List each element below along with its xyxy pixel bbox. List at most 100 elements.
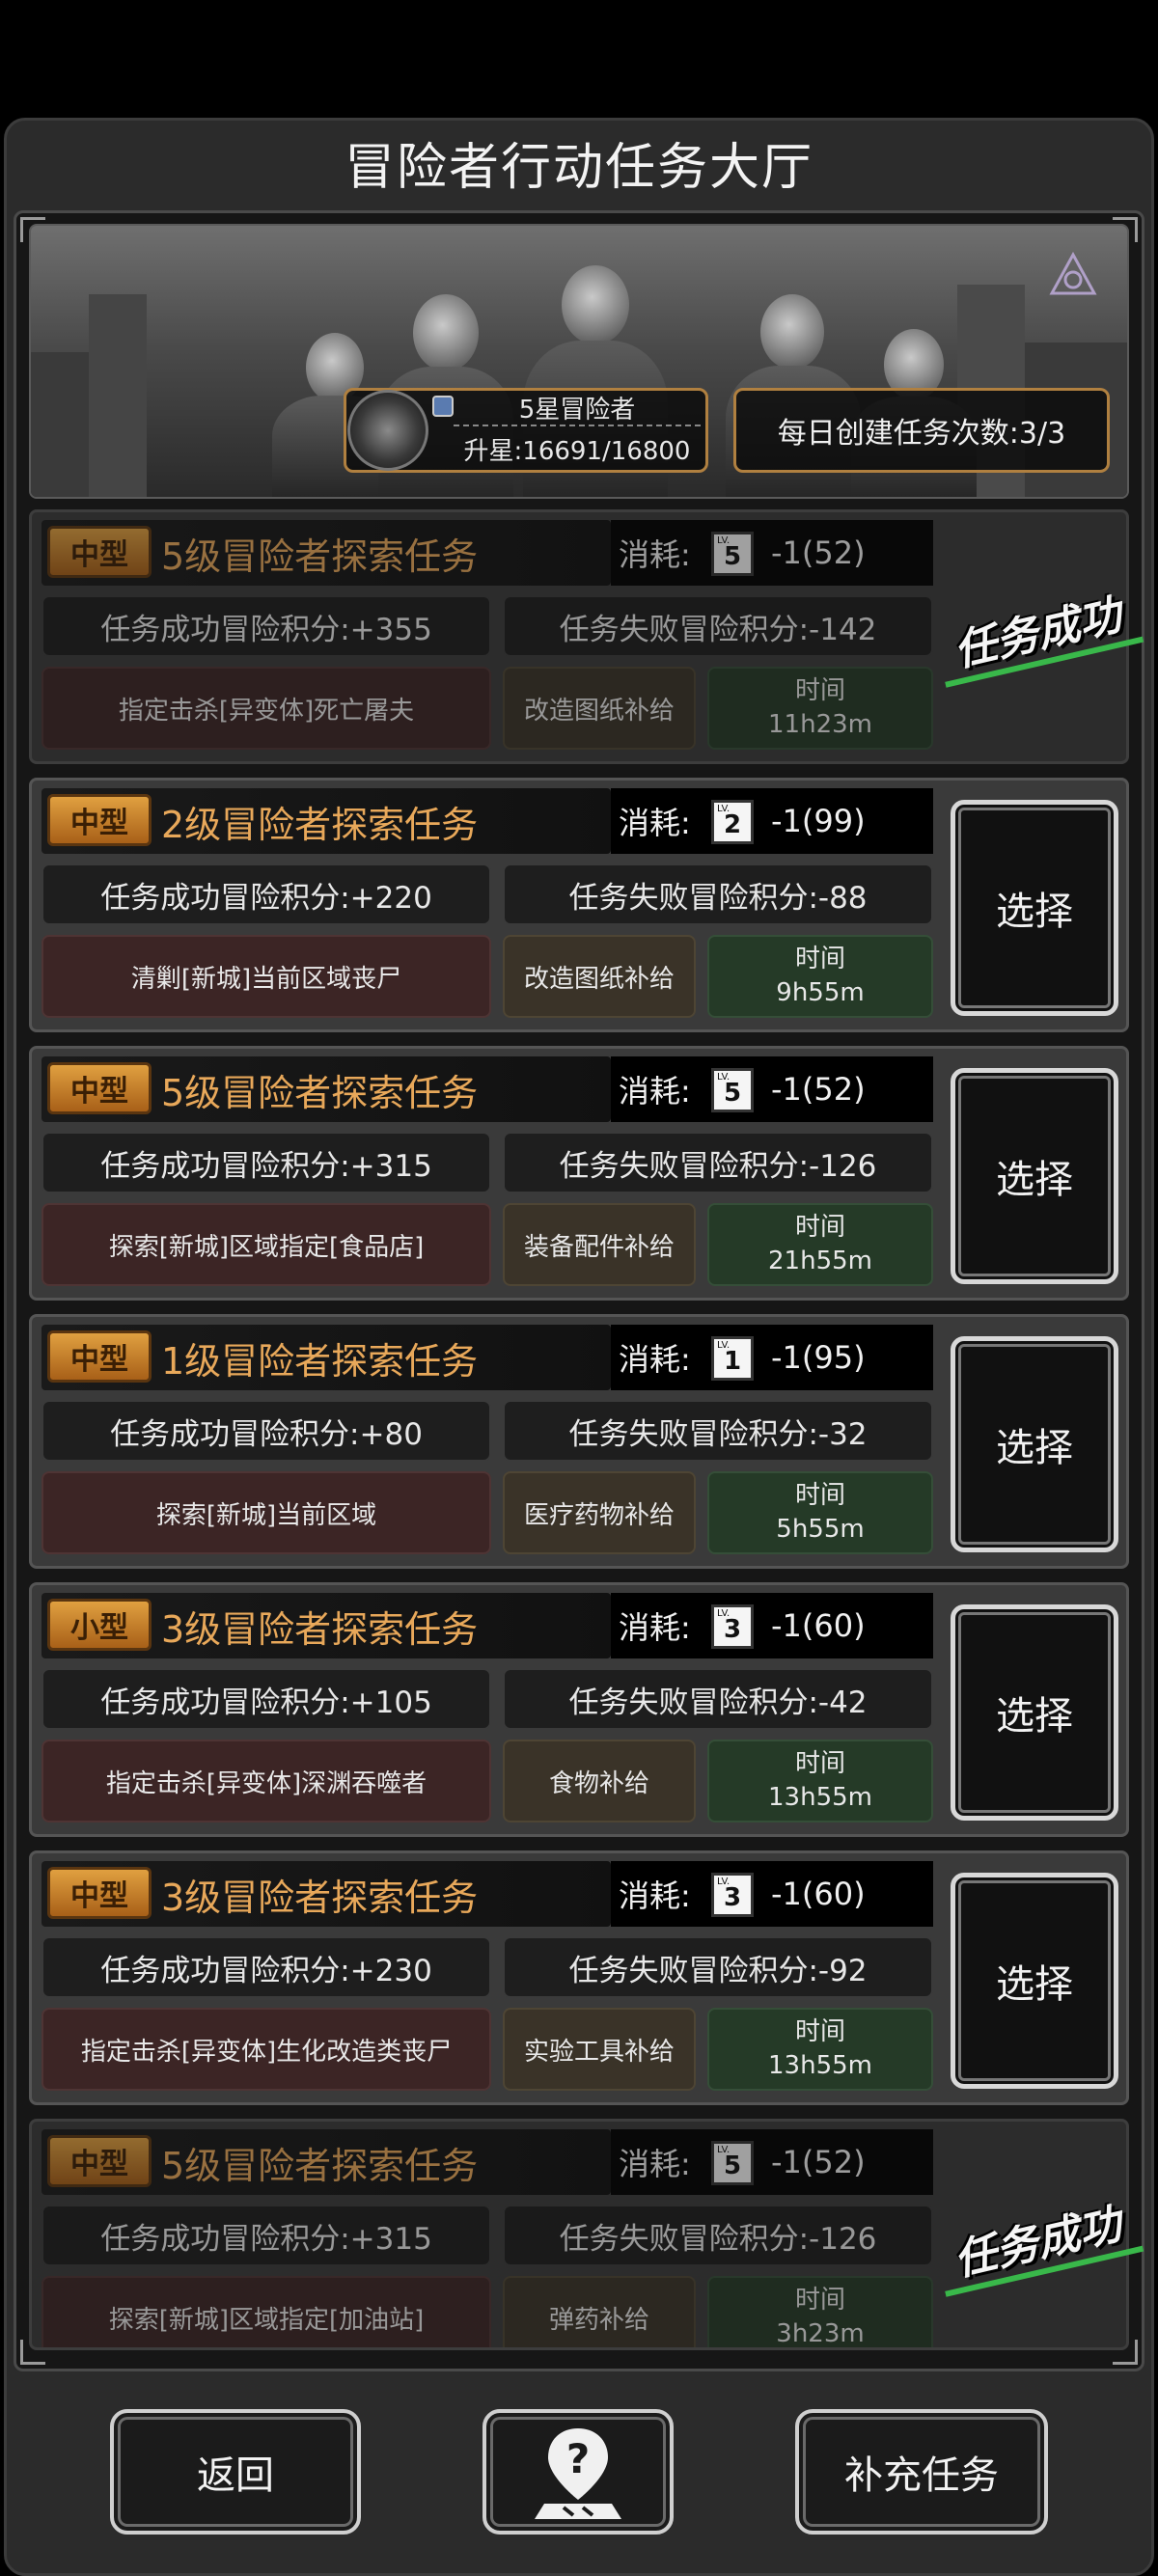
task-name: 3级冒险者探索任务	[161, 1607, 479, 1651]
help-map-icon: ?	[535, 2428, 621, 2519]
level-ticket-icon: 3	[711, 1873, 754, 1917]
task-reward: 改造图纸补给	[503, 935, 696, 1018]
time-value: 13h55m	[768, 2051, 872, 2080]
select-task-button[interactable]: 选择	[951, 1873, 1118, 2089]
rank-emblem-icon	[347, 390, 428, 471]
time-value: 5h55m	[776, 1515, 865, 1544]
task-reward: 实验工具补给	[503, 2008, 696, 2091]
task-cost: 消耗: 3 -1(60)	[611, 1861, 933, 1927]
success-points: 任务成功冒险积分:+355	[41, 595, 491, 657]
time-value: 11h23m	[768, 710, 872, 739]
task-size-tag: 中型	[47, 2135, 152, 2187]
fail-points: 任务失败冒险积分:-92	[503, 1936, 933, 1998]
task-objective: 探索[新城]区域指定[加油站]	[41, 2276, 491, 2347]
task-name: 5级冒险者探索任务	[161, 1071, 479, 1114]
task-cost: 消耗: 5 -1(52)	[611, 520, 933, 586]
task-card: 中型3级冒险者探索任务 消耗: 3 -1(60) 任务成功冒险积分:+230任务失败冒险…	[29, 1850, 1129, 2105]
cost-value: -1(60)	[771, 1876, 866, 1912]
task-card: 小型3级冒险者探索任务 消耗: 3 -1(60) 任务成功冒险积分:+105任务失败冒险…	[29, 1582, 1129, 1837]
city-building	[89, 294, 147, 497]
task-name: 2级冒险者探索任务	[161, 803, 479, 846]
cost-label: 消耗:	[619, 1073, 691, 1110]
task-reward: 食物补给	[503, 1740, 696, 1822]
task-cost: 消耗: 5 -1(52)	[611, 2129, 933, 2195]
time-label: 时间	[794, 944, 845, 973]
task-reward: 装备配件补给	[503, 1203, 696, 1286]
level-ticket-icon: 5	[711, 532, 754, 576]
task-size-tag: 中型	[47, 526, 152, 578]
task-hall-screen: 冒险者行动任务大厅 5星冒险者 升星:16691/16800 每日创建任务次数:…	[0, 0, 1158, 2576]
time-value: 3h23m	[776, 2319, 865, 2348]
level-ticket-icon: 5	[711, 2141, 754, 2185]
level-ticket-icon: 2	[711, 800, 754, 844]
cost-label: 消耗:	[619, 2146, 691, 2182]
fail-points: 任务失败冒险积分:-126	[503, 2205, 933, 2266]
success-points: 任务成功冒险积分:+315	[41, 1132, 491, 1193]
task-reward: 改造图纸补给	[503, 667, 696, 750]
back-button[interactable]: 返回	[110, 2409, 361, 2535]
task-time: 时间 11h23m	[707, 667, 933, 750]
task-cost: 消耗: 2 -1(99)	[611, 788, 933, 854]
cost-label: 消耗:	[619, 805, 691, 841]
task-card: 中型5级冒险者探索任务 消耗: 5 -1(52) 任务成功冒险积分:+315任务失败冒险…	[29, 1046, 1129, 1301]
task-objective: 探索[新城]当前区域	[41, 1471, 491, 1554]
select-task-button[interactable]: 选择	[951, 1336, 1118, 1552]
hall-title: 冒险者行动任务大厅	[344, 138, 813, 197]
task-name: 5级冒险者探索任务	[161, 534, 479, 578]
time-label: 时间	[794, 675, 845, 705]
task-size-tag: 中型	[47, 1867, 152, 1919]
time-label: 时间	[794, 1212, 845, 1242]
level-ticket-icon: 1	[711, 1336, 754, 1381]
cost-value: -1(52)	[771, 1071, 866, 1108]
select-task-button[interactable]: 选择	[951, 800, 1118, 1016]
time-value: 13h55m	[768, 1783, 872, 1812]
task-objective: 指定击杀[异变体]生化改造类丧尸	[41, 2008, 491, 2091]
success-points: 任务成功冒险积分:+230	[41, 1936, 491, 1998]
cost-value: -1(99)	[771, 803, 866, 839]
task-time: 时间 5h55m	[707, 1471, 933, 1554]
success-points: 任务成功冒险积分:+105	[41, 1668, 491, 1730]
level-ticket-icon: 3	[711, 1604, 754, 1649]
time-label: 时间	[794, 1748, 845, 1778]
refill-tasks-button[interactable]: 补充任务	[795, 2409, 1048, 2535]
cost-value: -1(52)	[771, 2144, 866, 2180]
select-task-button[interactable]: 选择	[951, 1604, 1118, 1821]
task-name: 5级冒险者探索任务	[161, 2144, 479, 2187]
task-reward: 弹药补给	[503, 2276, 696, 2347]
task-size-tag: 中型	[47, 1330, 152, 1383]
task-time: 时间 3h23m	[707, 2276, 933, 2348]
cost-label: 消耗:	[619, 1877, 691, 1914]
task-time: 时间 13h55m	[707, 2008, 933, 2091]
task-cost: 消耗: 1 -1(95)	[611, 1325, 933, 1390]
fail-points: 任务失败冒险积分:-88	[503, 863, 933, 925]
fail-points: 任务失败冒险积分:-32	[503, 1400, 933, 1462]
time-label: 时间	[794, 1480, 845, 1510]
biohazard-icon	[1049, 251, 1097, 295]
time-label: 时间	[794, 2285, 845, 2315]
cost-label: 消耗:	[619, 536, 691, 573]
svg-text:?: ?	[566, 2435, 590, 2482]
level-ticket-icon: 5	[711, 1068, 754, 1112]
cost-value: -1(60)	[771, 1607, 866, 1644]
task-objective: 探索[新城]区域指定[食品店]	[41, 1203, 491, 1286]
fail-points: 任务失败冒险积分:-126	[503, 1132, 933, 1193]
task-time: 时间 9h55m	[707, 935, 933, 1018]
select-task-button[interactable]: 选择	[951, 1068, 1118, 1284]
task-cost: 消耗: 5 -1(52)	[611, 1056, 933, 1122]
help-button[interactable]: ?	[482, 2409, 674, 2535]
cost-label: 消耗:	[619, 1341, 691, 1378]
star-rank-icon	[432, 396, 454, 417]
cost-value: -1(95)	[771, 1339, 866, 1376]
task-size-tag: 中型	[47, 1062, 152, 1114]
fail-points: 任务失败冒险积分:-42	[503, 1668, 933, 1730]
success-points: 任务成功冒险积分:+315	[41, 2205, 491, 2266]
cost-value: -1(52)	[771, 534, 866, 571]
time-label: 时间	[794, 2016, 845, 2046]
task-name: 3级冒险者探索任务	[161, 1876, 479, 1919]
task-objective: 指定击杀[异变体]死亡屠夫	[41, 667, 491, 750]
task-size-tag: 小型	[47, 1599, 152, 1651]
rank-name: 5星冒险者	[454, 390, 701, 426]
task-objective: 清剿[新城]当前区域丧尸	[41, 935, 491, 1018]
rank-progress: 升星:16691/16800	[463, 436, 691, 466]
task-name: 1级冒险者探索任务	[161, 1339, 479, 1383]
